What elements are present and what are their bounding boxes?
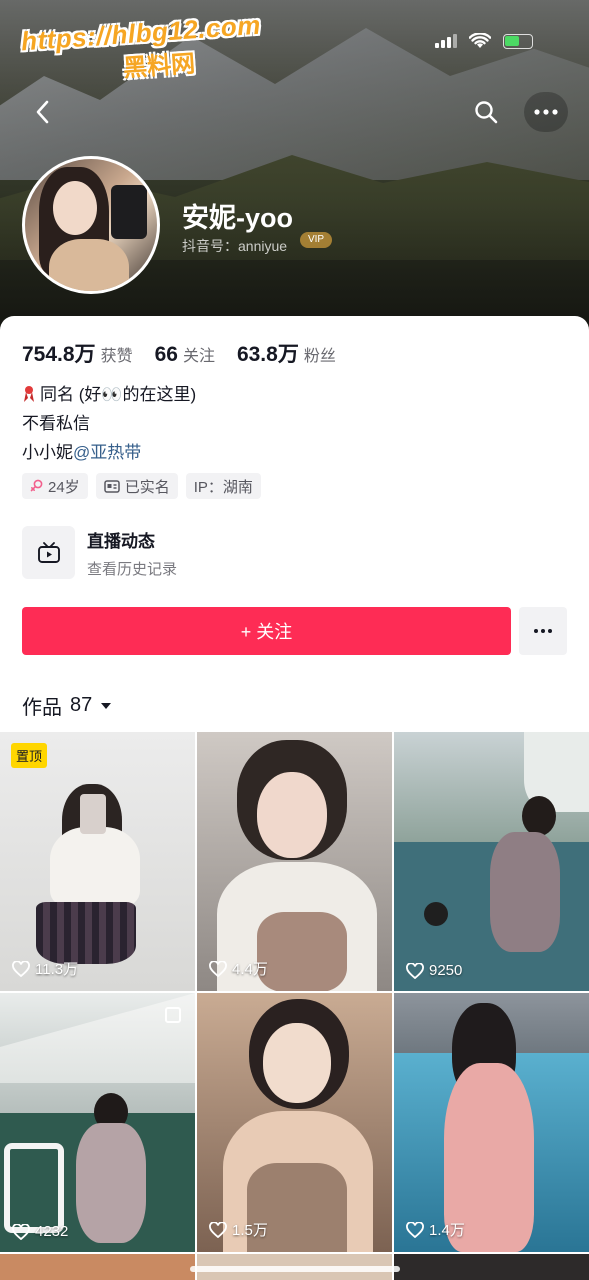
multi-image-icon [165,1007,181,1023]
stat-likes[interactable]: 754.8万 获赞 [22,338,133,368]
post-thumbnail[interactable]: 4.4万 [197,732,392,991]
battery-icon [503,33,533,49]
profile-tags: 24岁 已实名 IP：湖南 [22,473,261,499]
profile-more-button[interactable] [519,607,567,655]
back-button[interactable] [22,92,62,132]
post-likes-count: 9250 [429,962,463,979]
ribbon-icon [24,386,34,402]
post-likes: 1.5万 [209,1219,268,1240]
vip-badge[interactable]: VIP [300,232,332,248]
profile-bio: 同名 (好👀的在这里) 不看私信 小小妮@亚热带 [22,380,196,467]
more-dots-icon [534,629,552,633]
tag-verified: 已实名 [95,473,178,499]
id-card-icon [103,479,120,493]
post-likes: 11.3万 [12,958,78,979]
post-likes: 4232 [12,1223,68,1240]
stat-label: 关注 [182,348,215,365]
heart-icon [12,1223,30,1240]
post-thumbnail[interactable]: 置顶 11.3万 [0,732,195,991]
post-thumbnail[interactable]: 9250 [394,732,589,991]
tab-works-count: 87 [70,694,93,716]
stat-value: 63.8万 [236,343,299,366]
heart-icon [209,1221,227,1238]
post-likes-count: 11.3万 [35,961,79,978]
tag-text: IP：湖南 [193,478,253,496]
pinned-badge: 置顶 [11,743,48,768]
live-icon-box [22,526,75,579]
tab-works[interactable]: 作品 87 [22,691,112,720]
tag-age: 24岁 [22,473,88,499]
stat-value: 754.8万 [22,343,96,366]
profile-stats: 754.8万 获赞 66 关注 63.8万 粉丝 [22,338,358,368]
post-thumbnail[interactable]: 4232 [0,993,195,1252]
profile-name: 安妮-yoo [182,203,293,233]
heart-icon [209,960,227,977]
post-likes: 4.4万 [209,958,268,979]
stat-label: 获赞 [100,348,133,365]
avatar[interactable] [22,156,160,294]
post-likes-count: 1.5万 [232,1222,268,1239]
stat-following[interactable]: 66 关注 [155,342,215,367]
post-thumbnail-partial[interactable] [0,1254,195,1280]
search-button[interactable] [466,92,506,132]
bio-line-1: 同名 (好👀的在这里) [40,385,197,404]
bio-mention-link[interactable]: @亚热带 [73,443,141,462]
heart-icon [12,960,30,977]
post-thumbnail[interactable]: 1.5万 [197,993,392,1252]
female-icon [30,479,43,492]
caret-down-icon [101,702,112,709]
douyin-id[interactable]: 抖音号：anniyue [182,236,287,256]
tag-text: 已实名 [124,478,170,496]
wifi-icon [469,33,491,48]
post-likes: 1.4万 [406,1219,465,1240]
live-history-entry[interactable]: 直播动态 查看历史记录 [22,526,177,579]
post-likes-count: 1.4万 [429,1222,465,1239]
tv-icon [37,541,60,563]
tag-text: 24岁 [48,478,80,496]
follow-button[interactable]: + 关注 [22,607,511,655]
post-likes-count: 4.4万 [232,961,268,978]
bio-line-3: 小小妮 [22,443,73,462]
stat-label: 粉丝 [303,348,336,365]
cellular-signal-icon [435,34,457,48]
post-likes-count: 4232 [35,1223,69,1240]
search-icon [475,101,498,124]
status-icons [435,33,533,49]
more-options-button[interactable] [524,92,568,132]
post-thumbnail-partial[interactable] [394,1254,589,1280]
heart-icon [406,962,424,979]
post-thumbnail[interactable]: 1.4万 [394,993,589,1252]
bio-line-2: 不看私信 [22,414,90,433]
heart-icon [406,1221,424,1238]
stat-followers[interactable]: 63.8万 粉丝 [237,338,336,368]
live-subtitle: 查看历史记录 [87,560,178,578]
profile-card: 754.8万 获赞 66 关注 63.8万 粉丝 同名 (好👀的在这里) 不看私… [0,316,589,1280]
live-title: 直播动态 [87,531,155,551]
bio-line: 小小妮@亚热带 [22,438,196,467]
tag-ip-location: IP：湖南 [185,473,261,499]
chevron-left-icon [36,100,49,124]
home-indicator[interactable] [190,1266,400,1272]
stat-value: 66 [154,343,178,366]
bio-line: 同名 (好👀的在这里) [22,380,196,409]
more-dots-icon [534,109,558,115]
tab-works-label: 作品 [22,697,62,719]
post-likes: 9250 [406,962,462,979]
